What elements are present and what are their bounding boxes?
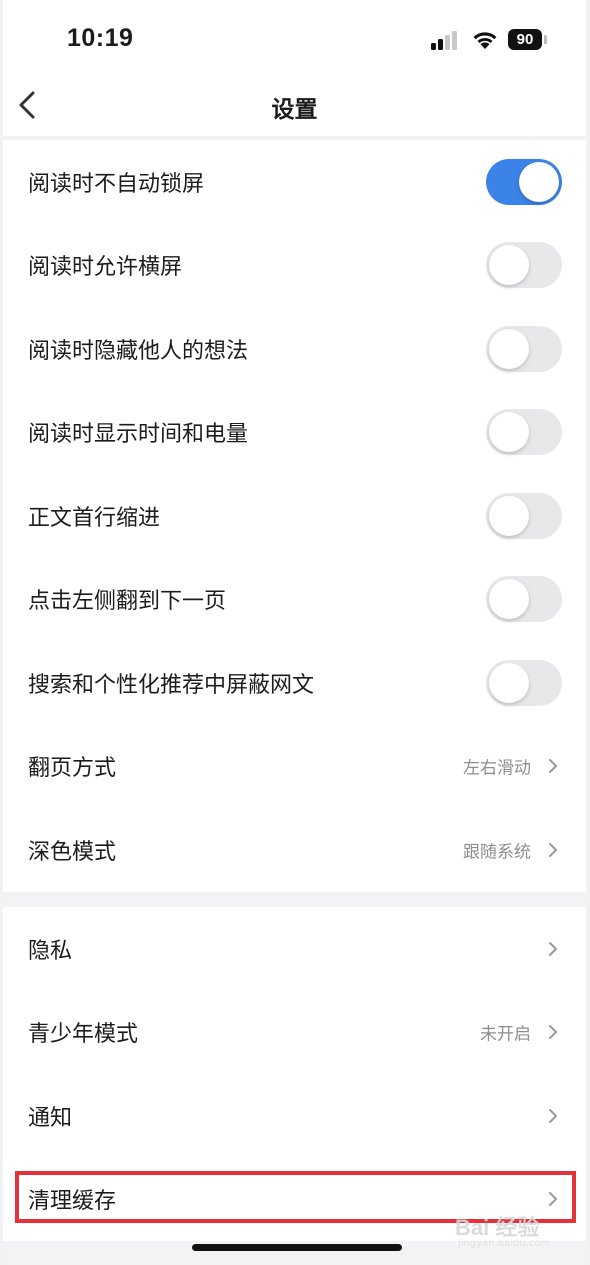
settings-row-value: 未开启 [480, 1024, 531, 1045]
settings-row[interactable]: 阅读时隐藏他人的想法 [3, 307, 586, 391]
toggle-switch[interactable] [486, 659, 562, 706]
battery-level: 90 [516, 31, 534, 48]
toggle-switch[interactable] [486, 576, 562, 623]
settings-row[interactable]: 阅读时不自动锁屏 [3, 140, 586, 224]
settings-row-label: 搜索和个性化推荐中屏蔽网文 [28, 672, 315, 698]
toggle-knob [489, 412, 529, 453]
settings-row-value: 跟随系统 [463, 842, 531, 863]
settings-screen: 10:19 90 设置 阅读时不自动锁屏 阅读时允许横屏阅读时隐藏他人的想法 阅读时… [3, 0, 586, 1265]
settings-row[interactable]: 阅读时允许横屏 [3, 224, 586, 308]
settings-row-label: 清理缓存 [28, 1189, 117, 1215]
settings-row-value: 左右滑动 [463, 758, 531, 779]
settings-row[interactable]: 搜索和个性化推荐中屏蔽网文 [3, 641, 586, 725]
settings-row[interactable]: 隐私 [3, 907, 586, 991]
toggle-knob [519, 161, 559, 202]
chevron-right-icon [549, 1025, 557, 1040]
settings-row[interactable]: 深色模式 跟随系统 [3, 808, 586, 892]
chevron-right-icon [549, 1108, 557, 1123]
watermark-url: jingyan.baidu.com [458, 1238, 551, 1249]
settings-row-label: 阅读时隐藏他人的想法 [28, 338, 249, 364]
settings-row-label: 点击左侧翻到下一页 [28, 589, 227, 615]
settings-row[interactable]: 阅读时显示时间和电量 [3, 391, 586, 475]
settings-row-label: 正文首行缩进 [28, 505, 161, 531]
settings-row-label: 阅读时不自动锁屏 [28, 171, 205, 197]
page-title: 设置 [271, 97, 318, 123]
status-bar: 10:19 90 [3, 0, 586, 80]
battery-icon: 90 [508, 29, 542, 50]
home-indicator[interactable] [192, 1244, 402, 1251]
toggle-switch[interactable] [486, 325, 562, 372]
settings-row-label: 深色模式 [28, 839, 117, 865]
toggle-switch[interactable] [486, 492, 562, 539]
battery-tip [544, 35, 547, 44]
settings-row-label: 通知 [28, 1105, 73, 1131]
settings-row-label: 阅读时允许横屏 [28, 255, 183, 281]
status-time: 10:19 [67, 24, 134, 52]
wifi-icon [473, 32, 497, 49]
settings-row[interactable]: 青少年模式 未开启 [3, 991, 586, 1075]
toggle-switch[interactable] [486, 409, 562, 456]
chevron-right-icon [549, 842, 557, 857]
settings-row-label: 阅读时显示时间和电量 [28, 422, 249, 448]
settings-row[interactable]: 点击左侧翻到下一页 [3, 558, 586, 642]
settings-row-label: 隐私 [28, 938, 73, 964]
other-settings-group: 隐私青少年模式 未开启通知清理缓存 [3, 907, 586, 1241]
settings-row-label: 翻页方式 [28, 756, 117, 782]
toggle-switch[interactable] [486, 158, 562, 205]
chevron-right-icon [549, 759, 557, 774]
chevron-right-icon [549, 1192, 557, 1207]
settings-row[interactable]: 翻页方式 左右滑动 [3, 725, 586, 809]
settings-row[interactable]: 正文首行缩进 [3, 474, 586, 558]
chevron-right-icon [549, 941, 557, 956]
navigation-bar: 设置 [3, 80, 586, 136]
toggle-knob [489, 662, 529, 703]
cellular-signal-icon [431, 30, 461, 50]
reading-settings-group: 阅读时不自动锁屏 阅读时允许横屏阅读时隐藏他人的想法 阅读时显示时间和电量 正文首行缩… [3, 140, 586, 892]
toggle-knob [489, 579, 529, 620]
toggle-knob [489, 245, 529, 286]
settings-row[interactable]: 通知 [3, 1074, 586, 1158]
toggle-knob [489, 495, 529, 536]
toggle-knob [489, 328, 529, 369]
settings-row-label: 青少年模式 [28, 1022, 139, 1048]
toggle-switch[interactable] [486, 242, 562, 289]
